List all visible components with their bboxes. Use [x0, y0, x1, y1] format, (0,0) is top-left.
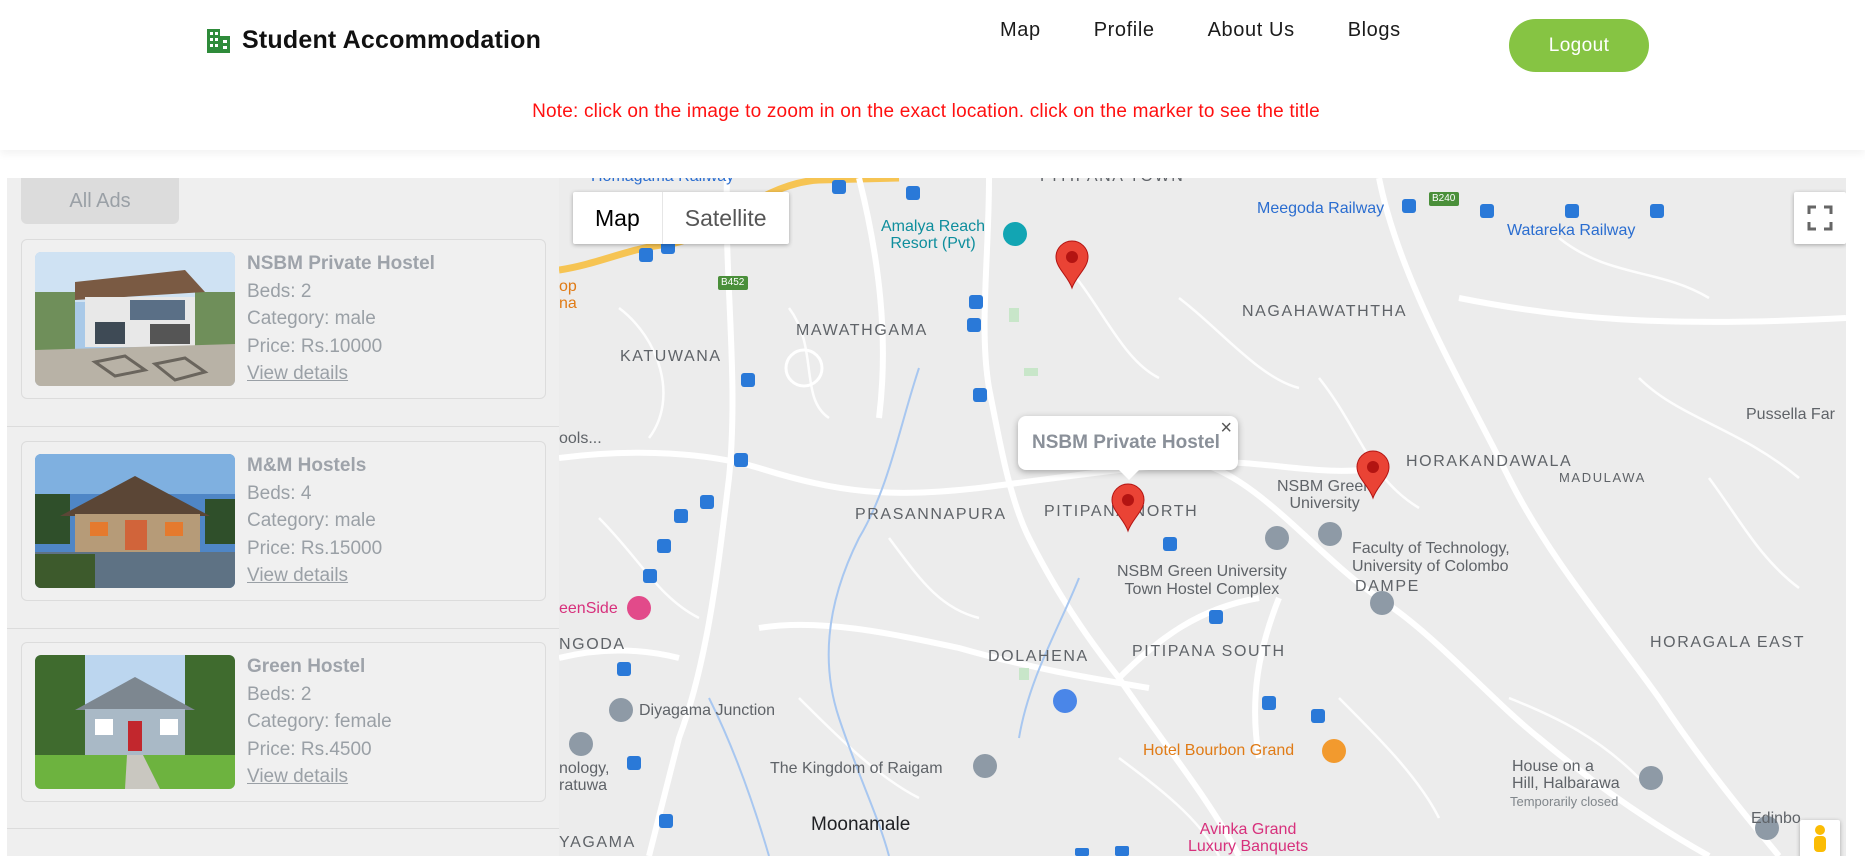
view-details-link[interactable]: View details: [247, 763, 392, 791]
logout-button[interactable]: Logout: [1509, 19, 1649, 72]
view-details-link[interactable]: View details: [247, 562, 382, 590]
listing-info: Green Hostel Beds: 2 Category: female Pr…: [247, 653, 392, 791]
listing-title: Green Hostel: [247, 656, 366, 677]
listing-category: Category: female: [247, 711, 392, 732]
listing-price: Price: Rs.4500: [247, 738, 372, 760]
area-label: PITIPANA TOWN: [1040, 178, 1184, 186]
poi-label[interactable]: Diyagama Junction: [639, 702, 775, 720]
map-marker[interactable]: [1054, 240, 1090, 290]
nav-map[interactable]: Map: [1000, 19, 1041, 42]
nav-blogs[interactable]: Blogs: [1348, 19, 1401, 42]
close-icon[interactable]: ×: [1220, 417, 1232, 440]
google-map[interactable]: PITIPANA TOWN MAWATHGAMA KATUWANA NAGAHA…: [559, 178, 1846, 856]
poi-label[interactable]: Avinka Grand Luxury Banquets: [1188, 821, 1308, 855]
poi-label[interactable]: ools...: [559, 430, 602, 448]
street-view-pegman[interactable]: [1800, 820, 1840, 856]
brand-name: Student Accommodation: [242, 26, 542, 54]
map-type-control: Map Satellite: [573, 192, 789, 244]
road-shield-label: B452: [721, 277, 745, 288]
poi-label[interactable]: Meegoda Railway: [1257, 200, 1384, 218]
poi-closed-label: Temporarily closed: [1510, 794, 1619, 809]
listing-photo-modern-house[interactable]: [35, 252, 235, 386]
area-label: YAGAMA: [559, 834, 636, 851]
poi-label[interactable]: op na: [559, 278, 577, 312]
poi-label[interactable]: Edinbo: [1751, 810, 1801, 828]
map-type-satellite-button[interactable]: Satellite: [663, 192, 789, 244]
poi-label[interactable]: NSBM Green University Town Hostel Comple…: [1117, 563, 1287, 599]
listing-photo-cottage[interactable]: [35, 655, 235, 789]
fullscreen-icon: [1807, 205, 1833, 231]
divider: [7, 628, 559, 629]
area-label: PRASANNAPURA: [855, 506, 1007, 523]
poi-label[interactable]: Homagama Railway: [591, 178, 734, 186]
info-window-title: NSBM Private Hostel: [1032, 432, 1220, 453]
area-label: KATUWANA: [620, 348, 722, 365]
area-label: HORAGALA EAST: [1650, 634, 1806, 651]
area-label: MAWATHGAMA: [796, 322, 928, 339]
listing-beds: Beds: 4: [247, 482, 312, 504]
area-label: DAMPE: [1355, 578, 1420, 595]
place-label: Moonamale: [811, 814, 911, 835]
poi-label[interactable]: Faculty of Technology, University of Col…: [1352, 540, 1510, 576]
poi-label[interactable]: nology, ratuwa: [559, 760, 609, 794]
listing-category: Category: male: [247, 510, 376, 531]
map-marker[interactable]: [1355, 450, 1391, 500]
area-label: NAGAHAWATHTHA: [1242, 303, 1408, 320]
listing-price: Price: Rs.10000: [247, 335, 383, 357]
listing-card: NSBM Private Hostel Beds: 2 Category: ma…: [21, 239, 546, 399]
listing-info: M&M Hostels Beds: 4 Category: male Price…: [247, 452, 382, 590]
view-details-link[interactable]: View details: [247, 360, 435, 388]
poi-label[interactable]: Hotel Bourbon Grand: [1143, 742, 1294, 760]
listing-card: M&M Hostels Beds: 4 Category: male Price…: [21, 441, 546, 601]
top-header: Student Accommodation Map Profile About …: [0, 0, 1865, 150]
poi-label[interactable]: House on a Hill, Halbarawa: [1512, 758, 1620, 792]
area-label: HORAKANDAWALA: [1406, 453, 1573, 470]
nav-about-us[interactable]: About Us: [1208, 19, 1295, 42]
road-shield-label: B240: [1432, 193, 1456, 204]
area-label: MADULAWA: [1559, 470, 1646, 485]
poi-label[interactable]: Amalya Reach Resort (Pvt): [881, 218, 985, 252]
listing-beds: Beds: 2: [247, 280, 312, 302]
area-label: DOLAHENA: [988, 648, 1089, 665]
listing-title: NSBM Private Hostel: [247, 253, 435, 274]
all-ads-tab[interactable]: All Ads: [21, 178, 179, 224]
main-nav: Map Profile About Us Blogs: [1000, 19, 1454, 42]
pegman-icon: [1814, 825, 1826, 852]
divider: [7, 426, 559, 427]
map-marker[interactable]: [1110, 483, 1146, 533]
building-icon: [207, 28, 230, 53]
listing-title: M&M Hostels: [247, 455, 367, 476]
poi-label[interactable]: Pussella Far: [1746, 406, 1835, 424]
listing-beds: Beds: 2: [247, 683, 312, 705]
map-note: Note: click on the image to zoom in on t…: [532, 101, 1320, 122]
area-label: PITIPANA SOUTH: [1132, 643, 1286, 660]
fullscreen-button[interactable]: [1794, 192, 1846, 244]
listing-card: Green Hostel Beds: 2 Category: female Pr…: [21, 642, 546, 802]
nav-profile[interactable]: Profile: [1094, 19, 1155, 42]
marker-info-window: NSBM Private Hostel ×: [1018, 416, 1238, 480]
map-type-map-button[interactable]: Map: [573, 192, 662, 244]
info-window-tail: [1118, 469, 1140, 480]
poi-label[interactable]: eenSide: [559, 600, 618, 618]
listing-photo-bungalow[interactable]: [35, 454, 235, 588]
divider: [7, 828, 559, 829]
listing-category: Category: male: [247, 308, 376, 329]
ads-sidebar: All Ads NSBM Private Hostel Beds: 2 Cate…: [7, 178, 559, 856]
brand[interactable]: Student Accommodation: [204, 26, 541, 55]
area-label: NGODA: [559, 636, 626, 653]
listing-price: Price: Rs.15000: [247, 537, 383, 559]
listing-info: NSBM Private Hostel Beds: 2 Category: ma…: [247, 250, 435, 388]
poi-label[interactable]: The Kingdom of Raigam: [770, 760, 943, 778]
poi-label[interactable]: Watareka Railway: [1507, 222, 1635, 240]
